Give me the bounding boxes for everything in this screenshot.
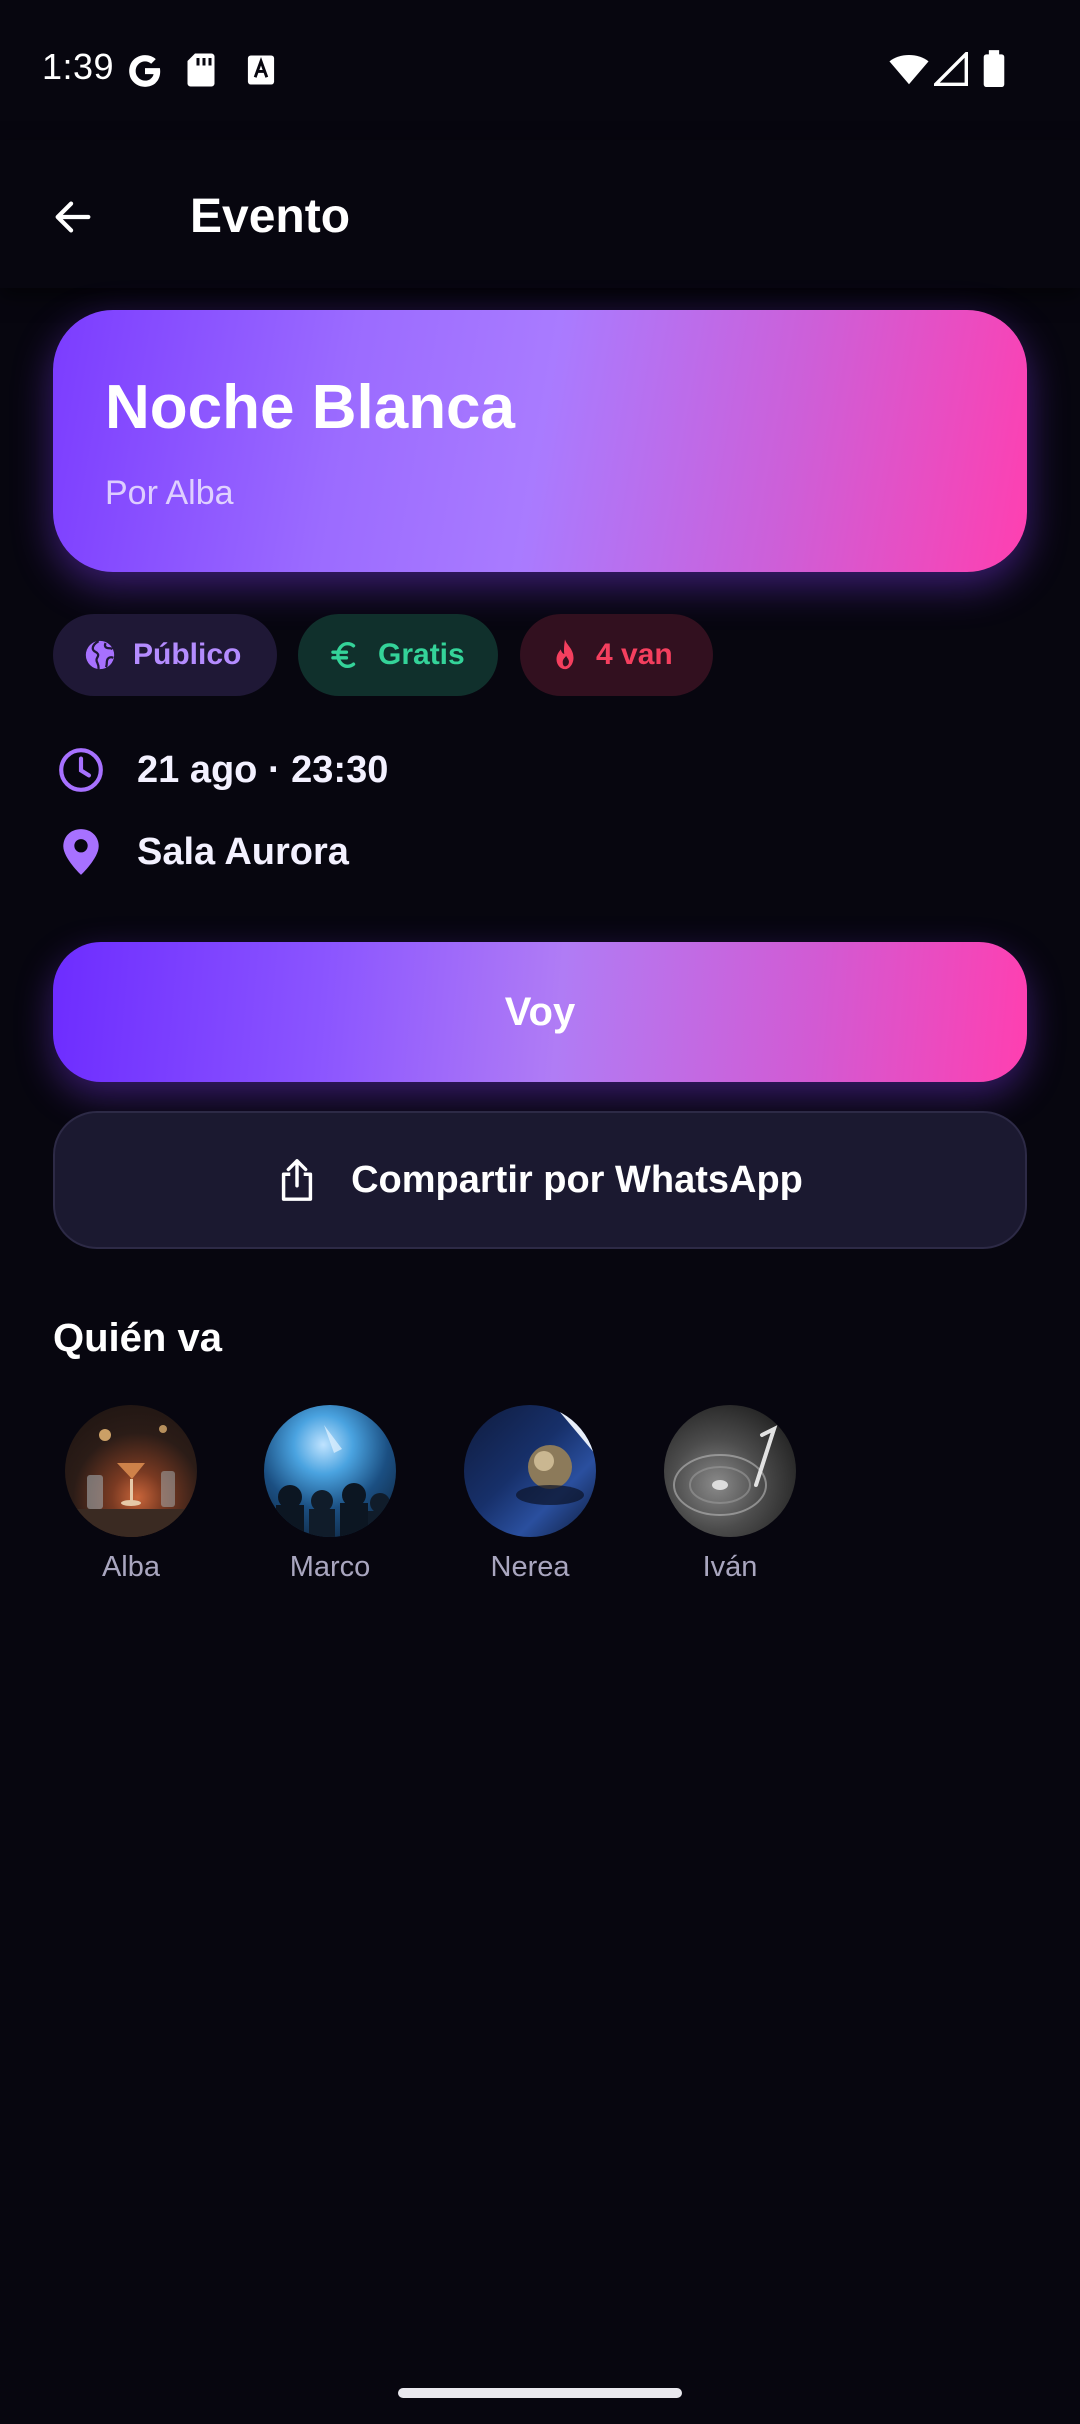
event-location: Sala Aurora [137, 830, 349, 873]
event-datetime-row: 21 ago · 23:30 [53, 742, 388, 798]
attendee-item[interactable]: Nerea [445, 1405, 615, 1584]
attendee-name: Alba [101, 1551, 161, 1583]
price-chip-label: Gratis [378, 638, 465, 671]
attendee-name: Marco [289, 1551, 371, 1583]
avatar [464, 1405, 596, 1537]
visibility-chip-label: Público [133, 638, 242, 671]
home-indicator[interactable] [398, 2388, 682, 2398]
attendees-section-title: Quién va [53, 1316, 222, 1360]
signal-icon [931, 49, 968, 91]
event-title: Noche Blanca [105, 373, 516, 442]
going-button[interactable]: Voy [53, 942, 1027, 1082]
attendee-item[interactable]: Marco [245, 1405, 415, 1584]
arrow-back-icon [55, 201, 91, 233]
attendee-name: Nerea [490, 1551, 570, 1583]
page-title: Evento [190, 190, 351, 243]
avatar [65, 1405, 197, 1537]
attendee-name: Iván [702, 1551, 758, 1583]
share-whatsapp-button[interactable]: Compartir por WhatsApp [53, 1111, 1027, 1249]
clock-icon [53, 742, 109, 798]
battery-icon [982, 50, 1006, 93]
share-button-label: Compartir por WhatsApp [351, 1158, 803, 1201]
price-chip: Gratis [298, 614, 498, 696]
event-organizer: Por Alba [105, 474, 234, 512]
going-button-label: Voy [504, 989, 576, 1034]
avatar [664, 1405, 796, 1537]
event-location-row: Sala Aurora [53, 824, 349, 880]
google-icon [126, 52, 164, 95]
attendance-chip-label: 4 van [596, 638, 673, 671]
location-pin-icon [53, 824, 109, 880]
flame-icon [556, 639, 574, 670]
avatar [264, 1405, 396, 1537]
font-a-icon [246, 54, 276, 91]
attendance-chip: 4 van [520, 614, 713, 696]
app-bar: Evento [0, 140, 1080, 288]
attendee-item[interactable]: Iván [645, 1405, 815, 1584]
globe-icon [85, 640, 115, 670]
status-bar: 1:39 [0, 0, 1080, 140]
attendee-item[interactable]: Alba [46, 1405, 216, 1584]
visibility-chip: Público [53, 614, 277, 696]
event-header-card: Noche Blanca Por Alba [53, 310, 1027, 572]
event-datetime: 21 ago · 23:30 [137, 748, 389, 791]
euro-icon [331, 641, 356, 669]
share-icon [281, 1159, 313, 1201]
sd-card-icon [186, 52, 216, 93]
wifi-icon [888, 52, 930, 91]
status-time: 1:39 [42, 46, 115, 87]
back-button[interactable] [40, 184, 106, 250]
